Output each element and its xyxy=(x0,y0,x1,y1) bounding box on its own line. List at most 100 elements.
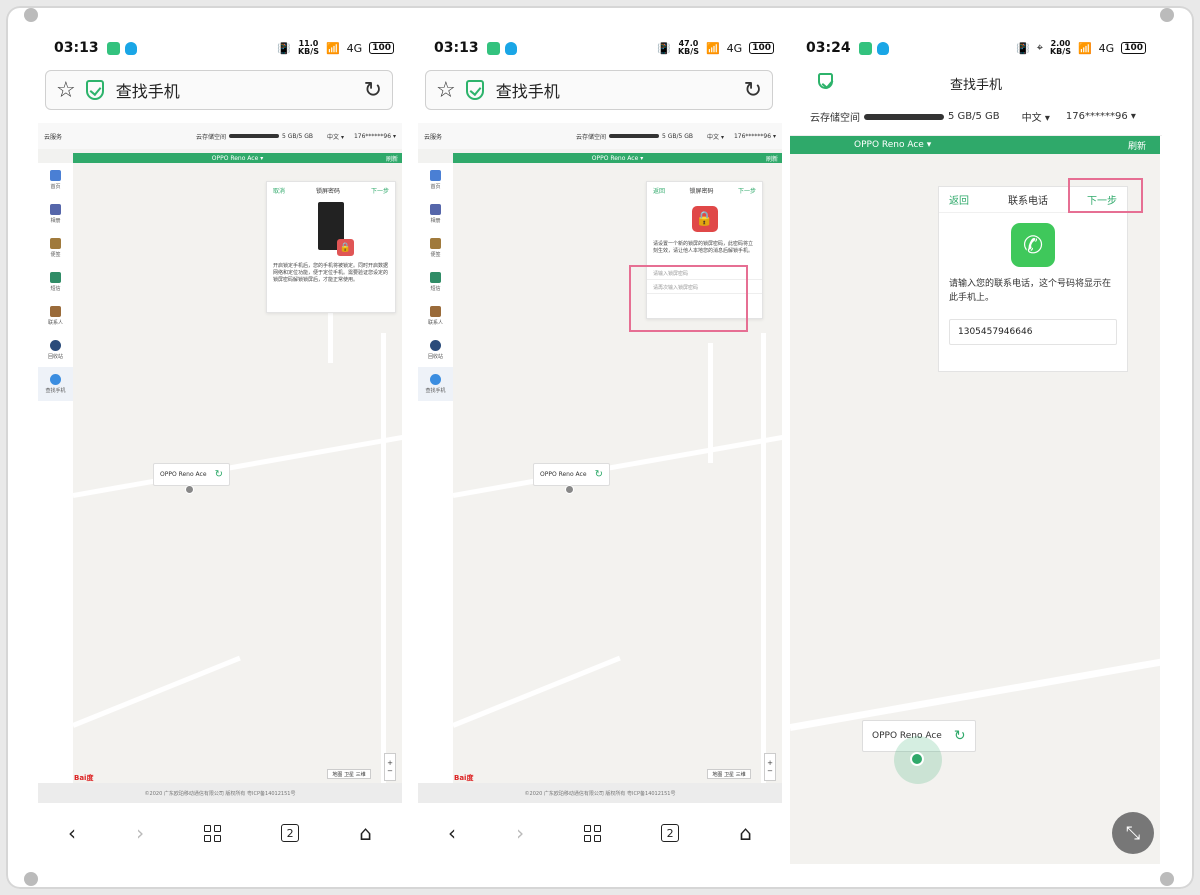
home-icon[interactable]: ⌂ xyxy=(739,821,752,845)
device-location-dot xyxy=(910,752,924,766)
back-button[interactable]: 返回 xyxy=(653,186,665,195)
clock: 03:24 xyxy=(806,40,851,56)
network-type: 4G xyxy=(1098,41,1115,55)
refresh-link[interactable]: 刷新 xyxy=(766,154,778,163)
language-select[interactable]: 中文 ▾ xyxy=(707,132,724,141)
device-select[interactable]: OPPO Reno Ace ▾ xyxy=(854,140,931,150)
sidebar-item-recycle[interactable]: 回收站 xyxy=(38,333,73,367)
device-marker-label: OPPO Reno Ace ↻ xyxy=(533,463,610,486)
tabs-icon[interactable]: 2 xyxy=(661,824,680,842)
page-footer: ©2020 广东欧珀移动通信有限公司 版权所有 粤ICP备14012151号 xyxy=(38,783,402,803)
cloud-header: 云存储空间 5 GB/5 GB 中文 ▾ 176******96 ▾ xyxy=(790,98,1162,136)
contact-phone-card: 返回 联系电话 下一步 ✆ 请输入您的联系电话，这个号码将显示在此手机上。 1305… xyxy=(938,186,1128,372)
star-icon[interactable]: ☆ xyxy=(436,78,456,103)
storage-bar xyxy=(864,113,944,120)
sidebar-item-contacts[interactable]: 联系人 xyxy=(38,299,73,333)
language-select[interactable]: 中文 ▾ xyxy=(1022,109,1050,124)
page-title: 查找手机 xyxy=(495,82,560,101)
sidebar-item-photos[interactable]: 相册 xyxy=(418,197,453,231)
address-bar[interactable]: ☆ 查找手机 ↻ xyxy=(45,70,393,110)
map-type-switch[interactable]: 地图 卫星 三维 xyxy=(707,769,751,779)
language-select[interactable]: 中文 ▾ xyxy=(327,132,344,141)
cancel-button[interactable]: 取消 xyxy=(273,186,285,195)
net-speed: 11.0 KB/S xyxy=(297,39,319,56)
card-title: 联系电话 xyxy=(1008,196,1048,207)
map[interactable]: 取消 锁屏密码 下一步 🔒 开启锁定手机后，您的手机将被锁定。同时开启数据网络和定位… xyxy=(73,163,402,783)
wifi-icon: 📶 xyxy=(705,41,720,55)
sidebar-item-home[interactable]: 首页 xyxy=(38,163,73,197)
sidebar-item-sms[interactable]: 短信 xyxy=(418,265,453,299)
lock-icon: 🔒 xyxy=(337,239,354,256)
refresh-link[interactable]: 刷新 xyxy=(386,154,398,163)
vibrate-icon: 📳 xyxy=(1016,41,1030,55)
clock: 03:13 xyxy=(434,40,479,56)
refresh-icon[interactable]: ↻ xyxy=(595,469,603,480)
grid-icon[interactable] xyxy=(584,824,602,842)
highlight-box xyxy=(629,265,748,332)
sms-icon xyxy=(430,272,441,283)
zoom-control[interactable]: + − xyxy=(764,753,776,781)
home-icon[interactable]: ⌂ xyxy=(359,821,372,845)
cloud-service-label: 云服务 xyxy=(44,133,63,141)
reload-icon[interactable]: ↻ xyxy=(364,78,382,103)
account-menu[interactable]: 176******96 ▾ xyxy=(354,133,396,140)
map-road xyxy=(381,333,386,783)
account-menu[interactable]: 176******96 ▾ xyxy=(1066,111,1136,122)
collapse-icon[interactable]: ⤡ xyxy=(1112,812,1154,854)
sms-icon xyxy=(50,272,61,283)
home-icon xyxy=(430,170,441,181)
wechat-icon xyxy=(106,41,120,55)
forward-icon[interactable]: › xyxy=(516,821,524,845)
phone-screen-3: 03:24 📳 ⌖ 2.00 KB/S 📶 4G 100 查找手机 云存储空间 5… xyxy=(790,28,1162,864)
notes-icon xyxy=(50,238,61,249)
sidebar-item-sms[interactable]: 短信 xyxy=(38,265,73,299)
sidebar-item-find-phone[interactable]: 查找手机 xyxy=(418,367,453,401)
back-icon[interactable]: ‹ xyxy=(448,821,456,845)
forward-icon[interactable]: › xyxy=(136,821,144,845)
status-bar: 03:24 📳 ⌖ 2.00 KB/S 📶 4G 100 xyxy=(790,28,1162,68)
recycle-icon xyxy=(50,340,61,351)
phone-image: 🔒 xyxy=(318,202,354,256)
sidebar-item-find-phone[interactable]: 查找手机 xyxy=(38,367,73,401)
reload-icon[interactable]: ↻ xyxy=(744,78,762,103)
refresh-icon[interactable]: ↻ xyxy=(215,469,223,480)
map[interactable]: 返回 锁屏密码 下一步 🔒 请设置一个新的锁屏的锁屏密码，此密码将立刻生效，请让他人… xyxy=(453,163,782,783)
location-icon: ⌖ xyxy=(1036,41,1043,54)
device-select[interactable]: OPPO Reno Ace ▾ xyxy=(212,155,263,162)
map-road xyxy=(453,655,621,728)
tabs-icon[interactable]: 2 xyxy=(281,824,300,842)
storage-bar xyxy=(229,134,280,138)
back-icon[interactable]: ‹ xyxy=(68,821,76,845)
next-button[interactable]: 下一步 xyxy=(371,186,389,195)
sidebar-item-home[interactable]: 首页 xyxy=(418,163,453,197)
sidebar-item-photos[interactable]: 相册 xyxy=(38,197,73,231)
refresh-link[interactable]: 刷新 xyxy=(1128,139,1146,152)
account-menu[interactable]: 176******96 ▾ xyxy=(734,133,776,140)
phone-number-input[interactable]: 1305457946646 xyxy=(949,319,1117,345)
cloud-service-label: 云服务 xyxy=(424,133,443,141)
device-select[interactable]: OPPO Reno Ace ▾ xyxy=(592,155,643,162)
card-description: 开启锁定手机后，您的手机将被锁定。同时开启数据网络和定位功能，便于定位手机。需要… xyxy=(273,263,389,283)
sidebar-item-recycle[interactable]: 回收站 xyxy=(418,333,453,367)
battery-indicator: 100 xyxy=(749,42,774,54)
refresh-icon[interactable]: ↻ xyxy=(954,728,966,744)
sidebar-item-notes[interactable]: 便签 xyxy=(38,231,73,265)
zoom-control[interactable]: + − xyxy=(384,753,396,781)
contacts-icon xyxy=(50,306,61,317)
grid-icon[interactable] xyxy=(204,824,222,842)
sidebar-item-contacts[interactable]: 联系人 xyxy=(418,299,453,333)
sidebar-item-notes[interactable]: 便签 xyxy=(418,231,453,265)
address-bar[interactable]: ☆ 查找手机 ↻ xyxy=(425,70,773,110)
card-description: 请输入您的联系电话，这个号码将显示在此手机上。 xyxy=(949,279,1112,303)
storage-value: 5 GB/5 GB xyxy=(662,132,694,140)
next-button[interactable]: 下一步 xyxy=(738,186,756,195)
storage-bar xyxy=(609,134,660,138)
notes-icon xyxy=(430,238,441,249)
star-icon[interactable]: ☆ xyxy=(56,78,76,103)
map-type-switch[interactable]: 地图 卫星 三维 xyxy=(327,769,371,779)
phone-screen-2: 03:13 📳 47.0 KB/S 📶 4G 100 ☆ 查找手机 ↻ 云服务 云… xyxy=(418,28,790,864)
qq-icon xyxy=(124,41,137,55)
sidebar: 首页 相册 便签 短信 联系人 回收站 查找手机 xyxy=(38,163,73,783)
back-button[interactable]: 返回 xyxy=(949,192,969,207)
find-phone-icon xyxy=(50,374,61,385)
